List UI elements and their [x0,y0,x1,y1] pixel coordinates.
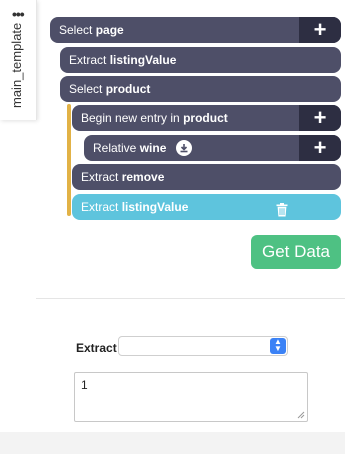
command-target: product [105,82,151,96]
download-icon[interactable] [175,139,192,156]
section-divider [36,298,345,299]
trash-icon[interactable] [276,200,288,226]
command-extract-listingvalue-selected[interactable]: Extract listingValue [72,194,341,220]
command-relative-wine[interactable]: Relative wine + [84,135,341,161]
command-target: wine [139,141,167,155]
command-prefix: Begin new entry in [81,111,180,125]
command-select-page[interactable]: Select page + [50,17,341,43]
command-target: product [183,111,228,125]
add-command-button[interactable]: + [299,17,341,43]
extract-select[interactable]: ▲ ▼ [118,336,288,356]
command-prefix: Extract [81,200,119,214]
command-prefix: Relative [93,141,137,155]
command-target: listingValue [109,53,177,67]
template-tab[interactable]: ••• main_template [0,0,37,120]
footer-area [0,432,345,454]
command-target: page [95,23,124,37]
command-prefix: Extract [69,53,107,67]
resize-grip-icon[interactable] [297,411,305,419]
command-prefix: Extract [81,170,119,184]
add-command-button[interactable]: + [299,105,341,131]
command-target: remove [121,170,165,184]
loop-indicator-bar [67,104,71,216]
tab-label: main_template [9,22,24,108]
command-extract-listingvalue[interactable]: Extract listingValue [60,47,341,73]
more-dots-icon[interactable]: ••• [12,7,25,21]
command-prefix: Select [69,82,103,96]
chevron-up-down-icon[interactable]: ▲ ▼ [270,338,286,354]
command-extract-remove[interactable]: Extract remove [72,164,341,190]
add-command-button[interactable]: + [299,135,341,161]
extract-field-label: Extract [76,341,117,355]
command-select-product[interactable]: Select product [60,76,341,102]
command-target: listingValue [121,200,189,214]
extract-textarea[interactable]: 1 [74,372,308,422]
command-begin-new-entry[interactable]: Begin new entry in product + [72,105,341,131]
get-data-button[interactable]: Get Data [251,235,341,269]
textarea-value: 1 [81,378,88,392]
command-prefix: Select [59,23,93,37]
